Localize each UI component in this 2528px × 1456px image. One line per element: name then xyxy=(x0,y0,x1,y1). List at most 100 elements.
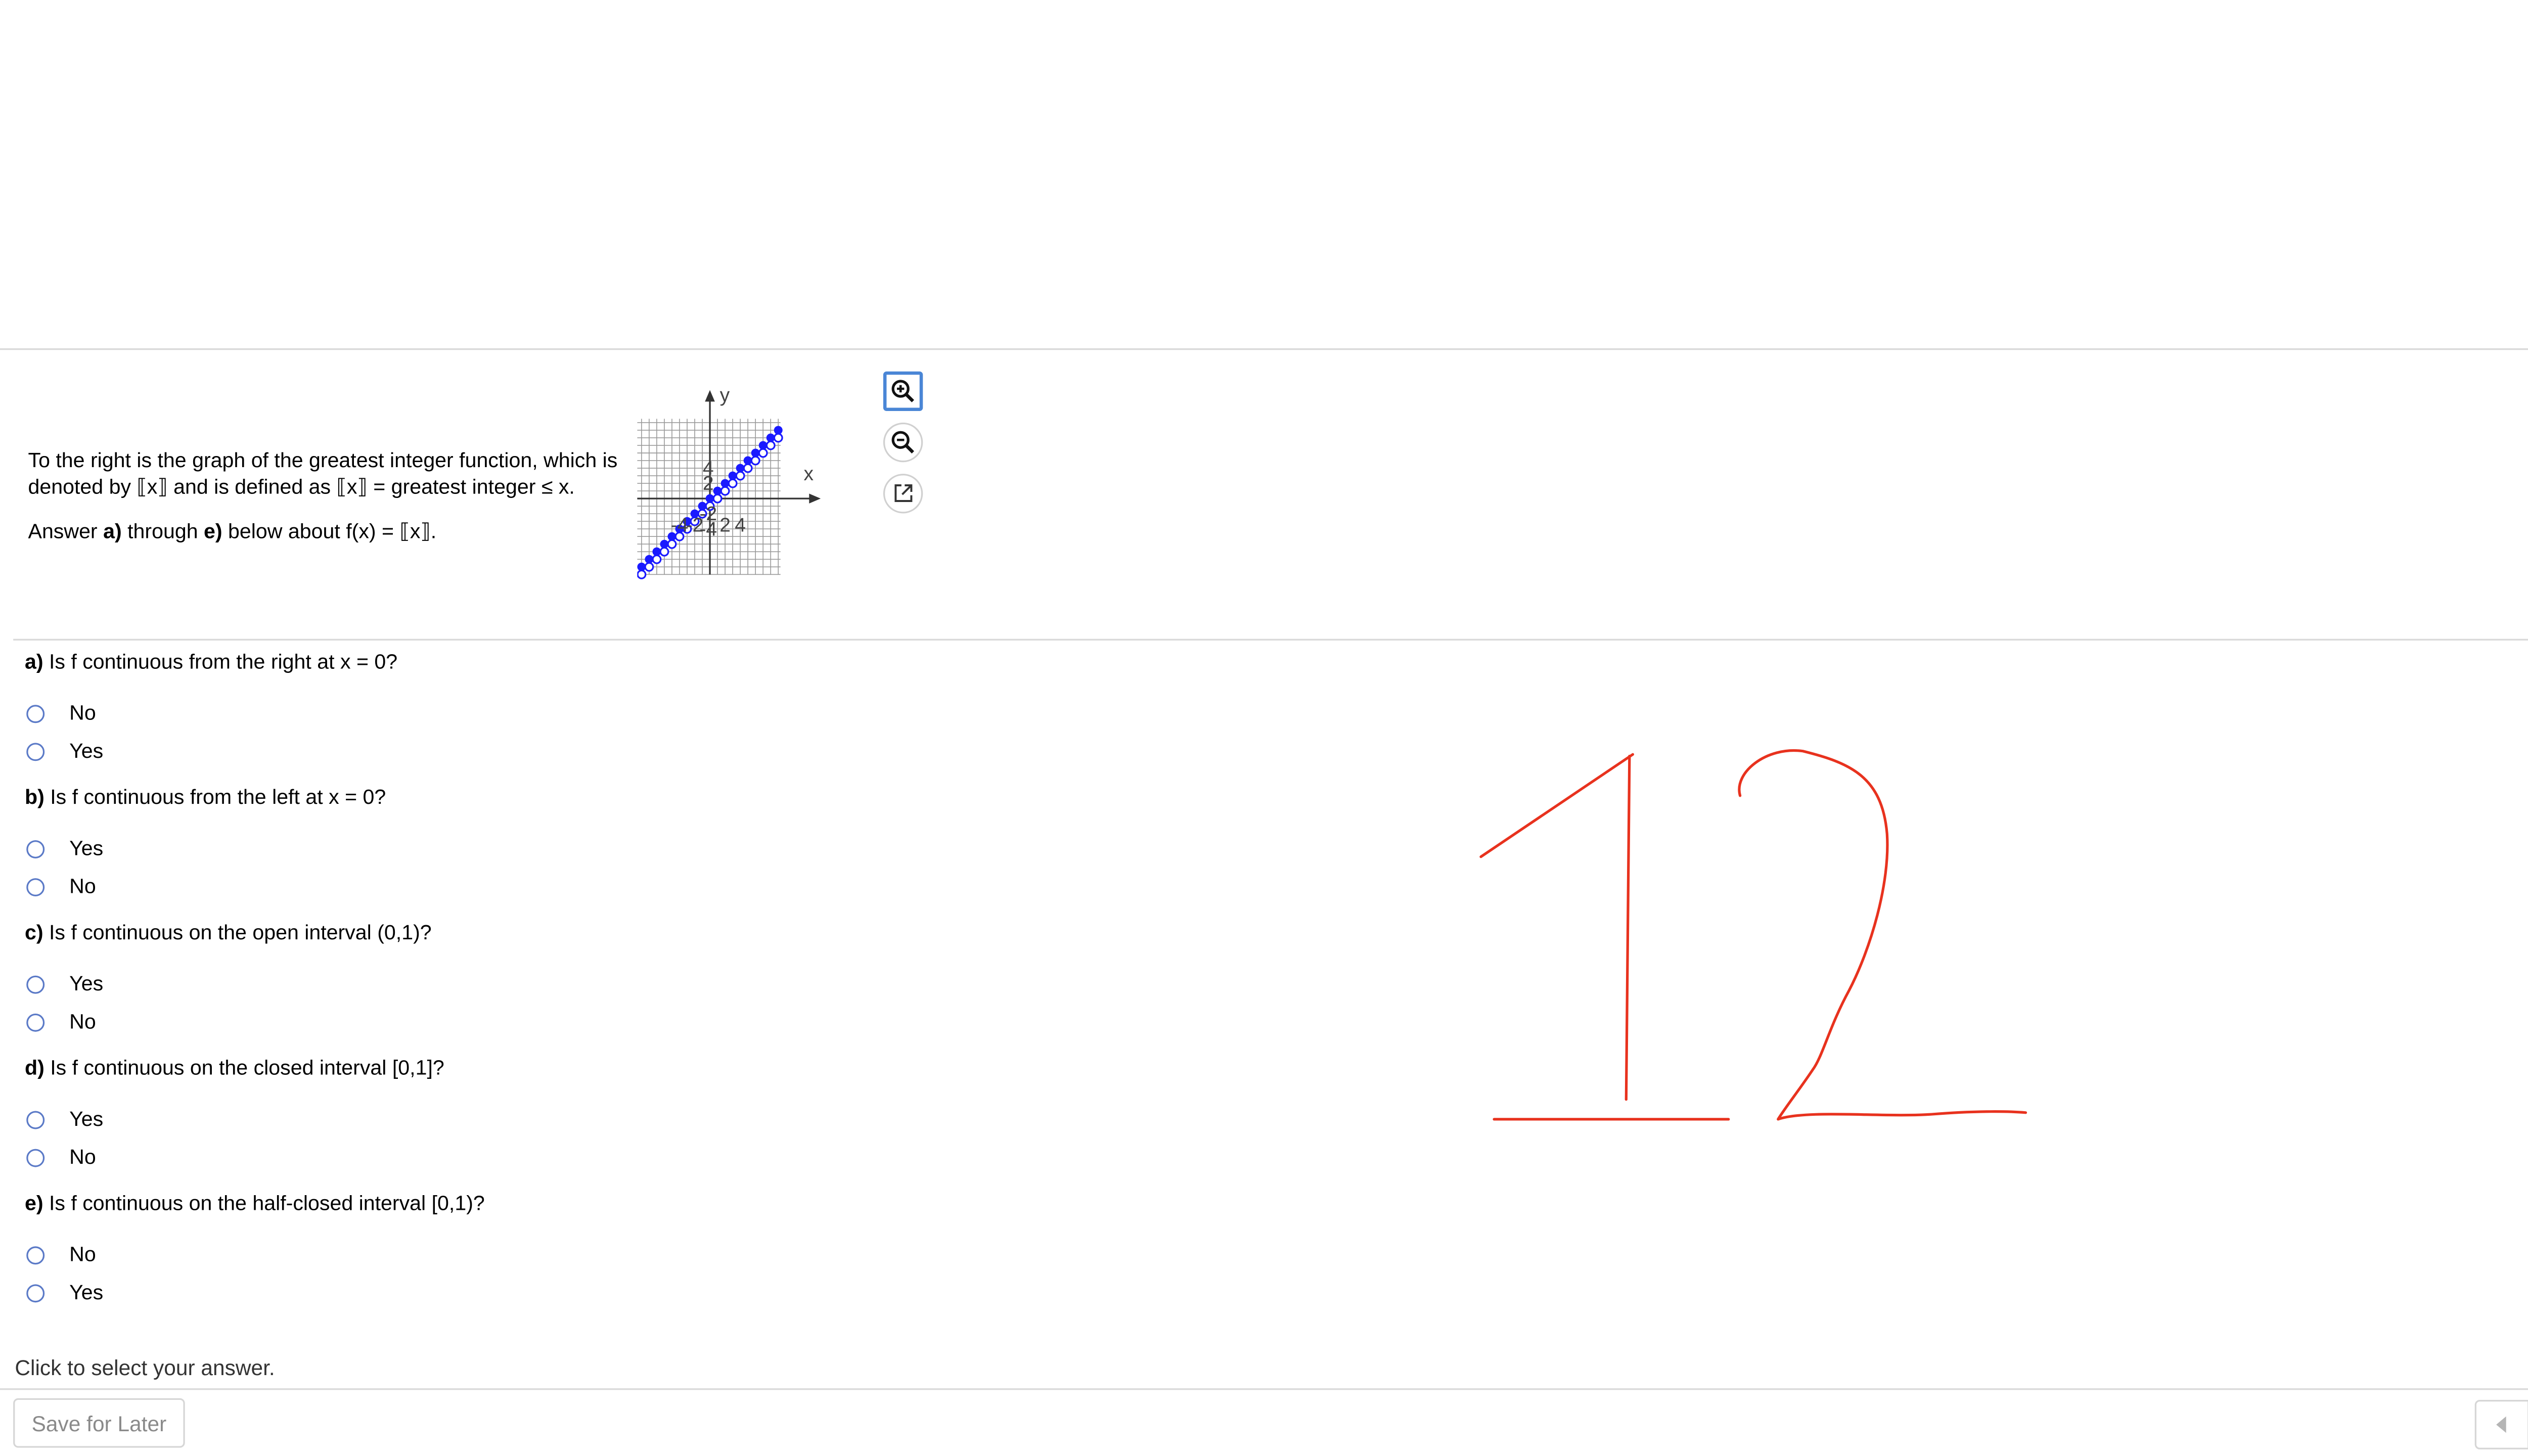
question-a: a) Is f continuous from the right at x =… xyxy=(25,651,397,674)
save-for-later-button[interactable]: Save for Later xyxy=(13,1398,185,1448)
intro-text: through xyxy=(121,520,204,543)
intro-text: Answer xyxy=(28,520,104,543)
closed-point xyxy=(720,479,730,488)
header-divider xyxy=(0,348,2528,350)
radio-button[interactable] xyxy=(26,1283,45,1302)
open-point xyxy=(644,562,654,572)
question-label: a) xyxy=(24,650,43,674)
open-point xyxy=(758,448,768,458)
y-axis-label: y xyxy=(720,384,730,406)
radio-button[interactable] xyxy=(26,742,45,760)
open-point xyxy=(720,486,730,496)
answer-option-label: Yes xyxy=(69,739,104,763)
popout-button[interactable] xyxy=(883,474,923,514)
section-divider xyxy=(13,639,2528,641)
footer-divider xyxy=(0,1388,2528,1390)
zoom-out-button[interactable] xyxy=(883,422,923,463)
intro-instruction: Answer a) through e) below about f(x) = … xyxy=(28,520,623,546)
open-point xyxy=(773,433,783,443)
radio-button[interactable] xyxy=(26,975,45,993)
y-axis-arrow xyxy=(705,390,715,402)
answer-option-label: No xyxy=(69,1010,96,1034)
question-text: Is f continuous from the right at x = 0? xyxy=(43,650,398,674)
open-point xyxy=(765,440,776,450)
answer-option-label: Yes xyxy=(69,972,104,995)
open-point xyxy=(735,471,745,481)
question-b: b) Is f continuous from the left at x = … xyxy=(25,786,386,809)
y-tick-label: 2 xyxy=(703,473,714,494)
open-point xyxy=(659,547,669,557)
closed-point xyxy=(705,494,714,503)
y-tick-label: -4 xyxy=(699,518,717,540)
popout-icon xyxy=(894,484,913,502)
answer-option[interactable]: Yes xyxy=(26,738,103,764)
answer-option[interactable]: Yes xyxy=(26,835,103,861)
radio-button[interactable] xyxy=(26,839,45,858)
answer-option-label: No xyxy=(69,701,96,725)
question-label: d) xyxy=(24,1056,44,1080)
closed-point xyxy=(766,433,775,442)
radio-button[interactable] xyxy=(26,704,45,722)
open-point xyxy=(667,539,677,549)
answer-option-label: No xyxy=(69,1243,96,1266)
question-text: Is f continuous on the half-closed inter… xyxy=(43,1192,485,1215)
radio-button[interactable] xyxy=(26,1110,45,1128)
closed-point xyxy=(713,486,722,495)
handwritten-annotation xyxy=(1479,749,2027,1121)
answer-option[interactable]: Yes xyxy=(26,1280,103,1306)
closed-point xyxy=(758,441,768,450)
answer-option[interactable]: Yes xyxy=(26,971,103,997)
question-nav xyxy=(2474,1399,2528,1449)
greatest-integer-graph: -4-2 2 442-2-4xy xyxy=(637,384,821,579)
closed-point xyxy=(637,562,646,571)
radio-button[interactable] xyxy=(26,1148,45,1166)
x-axis-arrow xyxy=(809,493,821,504)
answer-option[interactable]: No xyxy=(26,1009,96,1035)
answer-option[interactable]: Yes xyxy=(26,1106,103,1132)
answer-option-label: No xyxy=(69,875,96,898)
radio-button[interactable] xyxy=(26,1245,45,1264)
intro-label-a: a) xyxy=(103,520,122,543)
question-text: Is f continuous on the open interval (0,… xyxy=(43,921,432,944)
open-point xyxy=(750,456,760,466)
zoom-in-icon xyxy=(891,380,915,402)
answer-option[interactable]: No xyxy=(26,1144,96,1170)
intro-label-e: e) xyxy=(204,520,222,543)
x-tick-label: 4 xyxy=(735,514,746,536)
answer-option[interactable]: No xyxy=(26,1242,96,1268)
open-point xyxy=(712,493,723,504)
closed-point xyxy=(652,547,661,556)
question-label: b) xyxy=(24,786,44,809)
answer-option[interactable]: No xyxy=(26,873,96,899)
status-text: Click to select your answer. xyxy=(15,1355,275,1380)
radio-button[interactable] xyxy=(26,877,45,896)
open-point xyxy=(652,554,662,564)
open-point xyxy=(637,569,647,579)
question-label: e) xyxy=(24,1192,43,1215)
closed-point xyxy=(774,426,783,435)
intro-definition: To the right is the graph of the greates… xyxy=(28,449,618,498)
zoom-in-button[interactable] xyxy=(883,371,923,412)
question-text: Is f continuous on the closed interval [… xyxy=(44,1056,444,1080)
question-label: c) xyxy=(24,921,43,944)
answer-option-label: Yes xyxy=(69,837,104,860)
answer-option-label: Yes xyxy=(69,1108,104,1131)
closed-point xyxy=(743,456,752,465)
answer-option[interactable]: No xyxy=(26,700,96,726)
zoom-out-icon xyxy=(891,431,915,454)
intro-text: below about f(x) = ⟦x⟧. xyxy=(222,520,437,543)
closed-point xyxy=(660,539,669,549)
x-tick-label: 2 xyxy=(719,514,731,536)
question-e: e) Is f continuous on the half-closed in… xyxy=(25,1192,485,1215)
answer-option-label: No xyxy=(69,1146,96,1169)
answer-option-label: Yes xyxy=(69,1281,104,1304)
previous-button[interactable] xyxy=(2476,1401,2527,1447)
question-intro: To the right is the graph of the greates… xyxy=(28,449,623,545)
x-axis-label: x xyxy=(804,463,814,485)
question-d: d) Is f continuous on the closed interva… xyxy=(25,1057,444,1080)
radio-button[interactable] xyxy=(26,1013,45,1031)
closed-point xyxy=(645,555,654,564)
question-text: Is f continuous from the left at x = 0? xyxy=(44,786,386,809)
open-point xyxy=(728,478,738,488)
closed-point xyxy=(736,464,745,473)
